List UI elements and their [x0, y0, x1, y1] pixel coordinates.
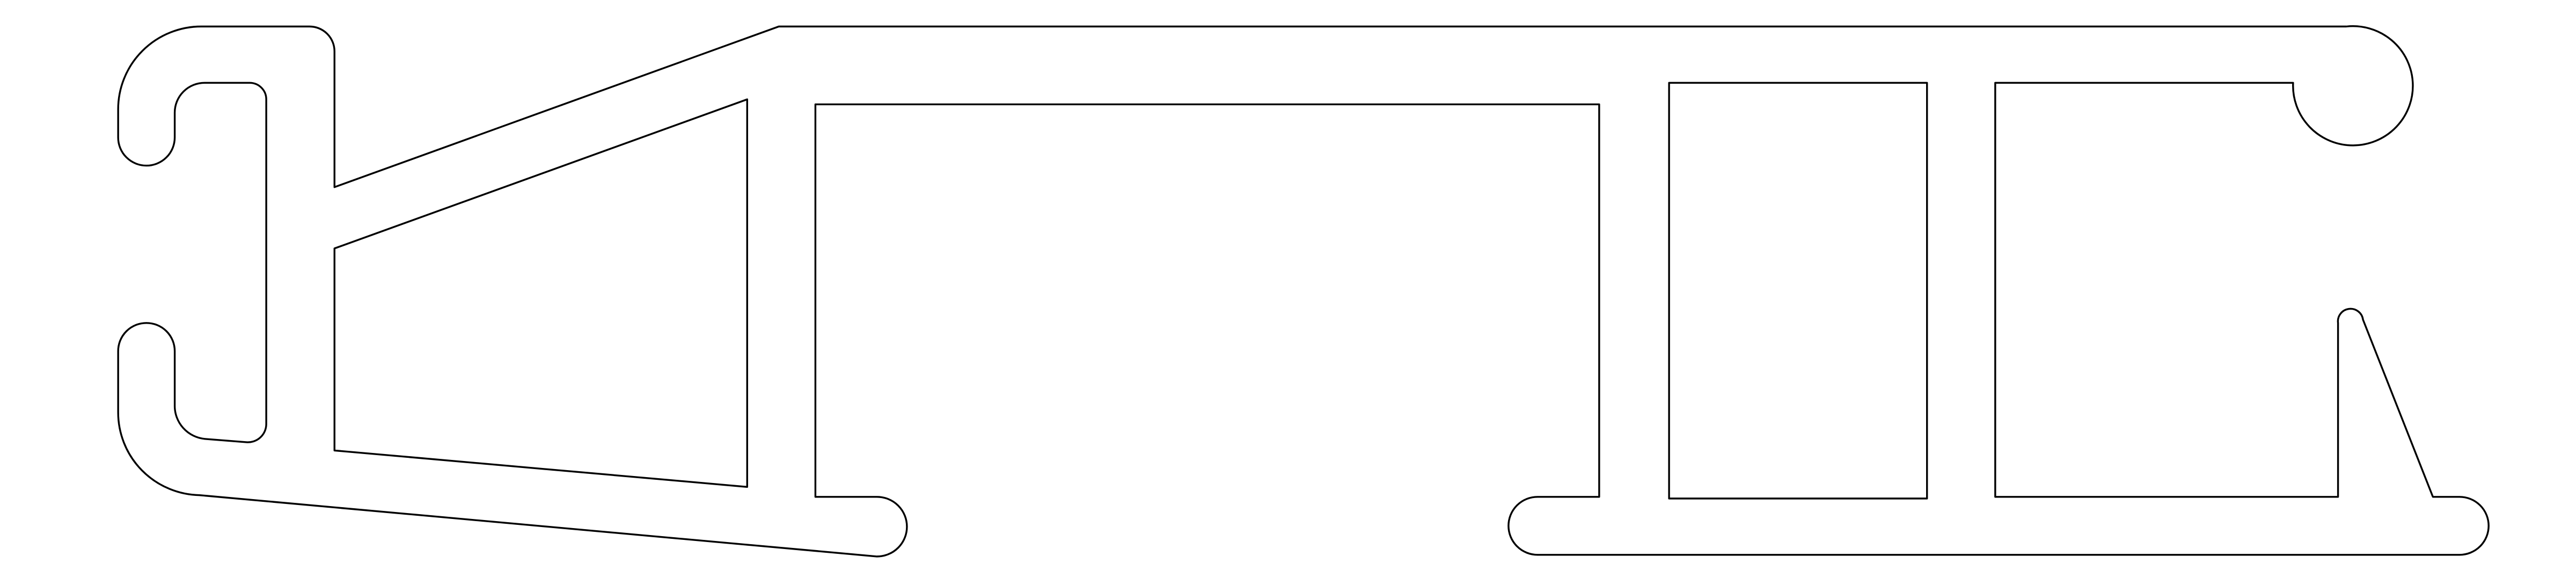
trapezoid-hollow	[333, 98, 748, 488]
drawing-canvas	[0, 0, 2576, 578]
outer-contour	[117, 25, 2490, 558]
rectangular-hollow	[1668, 82, 1928, 500]
extrusion-profile-drawing	[117, 25, 2490, 558]
